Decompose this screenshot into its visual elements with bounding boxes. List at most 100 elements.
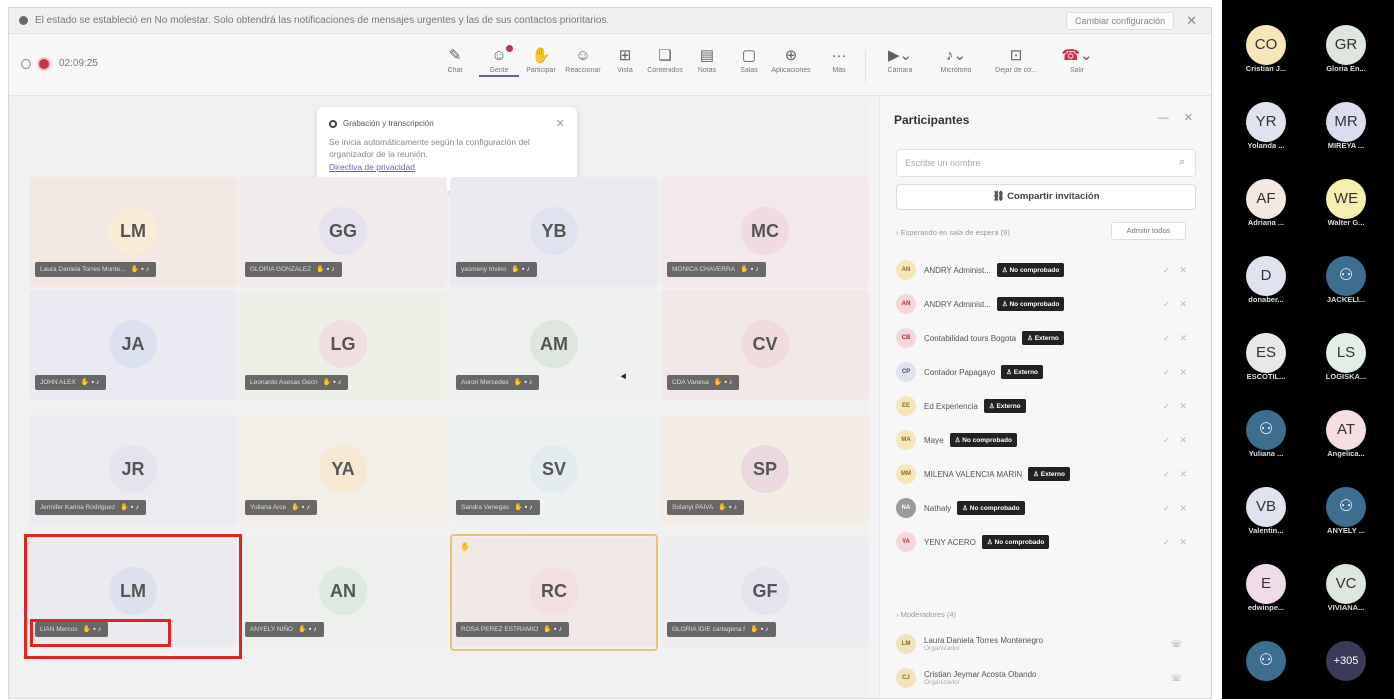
participant-avatar[interactable]: AF [1246,179,1286,219]
search-icon: ⌕ [1178,156,1185,168]
raise-hand-button[interactable]: ✋ Participar [521,45,561,74]
share-invite-button[interactable]: ⛓ Compartir invitación [896,184,1196,210]
video-tile[interactable]: CV CDA Vanesa ✋▪♪ [661,290,869,400]
waiting-participant-row[interactable]: AN ANDRY Administ... ♙ No comprobado ✓✕ [896,255,1196,285]
apps-button[interactable]: ⊕ Aplicaciones [771,45,811,74]
admit-deny-actions[interactable]: ✓✕ [1163,537,1196,548]
participant-avatar[interactable]: VB [1246,487,1286,527]
participant-name: Jennifer Karina Rodriguez [40,504,116,511]
participant-avatar[interactable]: ES [1246,333,1286,373]
admit-deny-actions[interactable]: ✓✕ [1163,299,1196,310]
content-label: Contenidos [647,67,683,74]
participant-avatar[interactable]: GR [1326,25,1366,65]
admit-deny-actions[interactable]: ✓✕ [1163,265,1196,276]
video-tile[interactable]: GG GLORIA GONZALEZ ✋▪♪ [239,177,447,287]
panel-title: Participantes [894,113,970,127]
participant-avatar[interactable]: E [1246,564,1286,604]
meeting-toolbar: 02:09:25 ✎ Chat ☺ Gente ✋ Participar ☺ R… [9,34,1211,96]
participant-avatar[interactable]: WE [1326,179,1366,219]
react-button[interactable]: ☺ Reaccionar [563,45,603,74]
participant-name: MONICA CHAVERRA [672,266,736,273]
participant-avatar[interactable]: LS [1326,333,1366,373]
waiting-participant-row[interactable]: CP Contador Papagayo ♙ Externo ✓✕ [896,357,1196,387]
gallery-name: edwinpe... [1247,603,1285,612]
gallery-name: Yuliana ... [1248,449,1284,458]
share-screen-icon: ⊡ [1009,47,1023,64]
shield-icon [21,58,31,69]
video-tile[interactable]: AN ANYELY NIÑO ✋▪♪ [239,537,447,647]
more-button[interactable]: ··· Más [819,45,859,74]
video-tile[interactable]: YA Yuliana Arce ✋▪♪ [239,415,447,525]
video-tile[interactable]: LG Leonardo Asesas Gecn ✋▪♪ [239,290,447,400]
participant-avatar[interactable]: VC [1326,564,1366,604]
video-tile[interactable]: YB yasmeny trivino ✋▪♪ [450,177,658,287]
video-tile[interactable]: JR Jennifer Karina Rodriguez ✋▪♪ [29,415,237,525]
moderator-row[interactable]: LM Laura Daniela Torres Montenegro Organiz… [896,629,1196,659]
camera-button[interactable]: ▶⌄ Cámara [877,45,923,74]
video-tile[interactable]: SV Sandra Venegas ✋▪♪ [450,415,658,525]
close-popup-icon[interactable]: ✕ [556,117,565,130]
mic-button[interactable]: ♪⌄ Micrófono [931,45,981,74]
notes-label: Notas [697,67,717,74]
participant-search-input[interactable]: Escribe un nombre ⌕ [896,149,1196,177]
video-tile[interactable]: SP Solanyi PAIVA ✋▪♪ [661,415,869,525]
change-settings-button[interactable]: Cambiar configuración [1066,11,1175,30]
video-tile[interactable]: GF GLORIA IDIE cartagena f ✋▪♪ [661,537,869,647]
moderators-header[interactable]: › Moderadores (4) [896,610,956,619]
leave-button[interactable]: ☎⌄ Salir [1055,45,1099,74]
content-button[interactable]: ❏ Contenidos [645,45,685,74]
waiting-participant-row[interactable]: MA Maye ♙ No comprobado ✓✕ [896,425,1196,455]
waiting-participant-row[interactable]: AN ANDRY Administ... ♙ No comprobado ✓✕ [896,289,1196,319]
participant-name: Aurori Mercedes [461,379,509,386]
rooms-button[interactable]: ▢ Salas [729,45,769,74]
waiting-participant-row[interactable]: MM MILENA VALENCIA MARIN ♙ Externo ✓✕ [896,459,1196,489]
admit-deny-actions[interactable]: ✓✕ [1163,333,1196,344]
admit-deny-actions[interactable]: ✓✕ [1163,367,1196,378]
moderator-name: Cristian Jeymar Acosta Obando [924,670,1037,679]
chat-button[interactable]: ✎ Chat [435,45,475,74]
video-tile[interactable]: JA JOHN ALEX ✋▪♪ [29,290,237,400]
moderator-row[interactable]: CJ Cristian Jeymar Acosta Obando Organizad… [896,663,1196,693]
video-tile[interactable]: AM Aurori Mercedes ✋▪♪ [450,290,658,400]
participant-avatar[interactable]: D [1246,256,1286,296]
status-icons: ✋▪♪ [511,266,532,273]
avatar: EE [896,396,916,416]
waiting-participant-row[interactable]: NA Nathaly ♙ No comprobado ✓✕ [896,493,1196,523]
video-tile[interactable]: LM Laura Daniela Torres Monte... ✋▪♪ [29,177,237,287]
admit-all-button[interactable]: Admitir todos [1111,222,1186,240]
status-badge: ♙ No comprobado [996,297,1065,311]
participant-person-icon[interactable]: ⚇ [1326,256,1366,296]
avatar: AN [896,260,916,280]
participant-avatar[interactable]: AT [1326,410,1366,450]
privacy-link[interactable]: Directiva de privacidad [329,162,565,172]
participant-person-icon[interactable]: ⚇ [1326,487,1366,527]
waiting-participant-row[interactable]: CB Contabilidad tours Bogota ♙ Externo ✓✕ [896,323,1196,353]
admit-deny-actions[interactable]: ✓✕ [1163,469,1196,480]
stop-sharing-button[interactable]: ⊡ Dejar de co... [989,45,1043,74]
participant-person-icon[interactable]: ⚇ [1246,641,1286,681]
participant-name: GLORIA GONZALEZ [250,266,312,273]
avatar: MM [896,464,916,484]
participant-avatar[interactable]: YR [1246,102,1286,142]
participant-avatar[interactable]: CO [1246,25,1286,65]
participant-avatar[interactable]: MR [1326,102,1366,142]
participant-avatar[interactable]: +305 [1326,641,1366,681]
admit-deny-actions[interactable]: ✓✕ [1163,401,1196,412]
participant-person-icon[interactable]: ⚇ [1246,410,1286,450]
waiting-participant-row[interactable]: YA YENY ACERO ♙ No comprobado ✓✕ [896,527,1196,557]
notes-button[interactable]: ▤ Notas [687,45,727,74]
share-label: Dejar de co... [995,67,1037,74]
video-tile[interactable]: MC MONICA CHAVERRA ✋▪♪ [661,177,869,287]
waiting-lobby-header[interactable]: › Esperando en sala de espera (9) [896,228,1010,237]
status-icons: ✋▪♪ [749,626,771,633]
panel-controls[interactable]: — ✕ [1158,111,1199,124]
waiting-participant-row[interactable]: EE Ed Experiencia ♙ Externo ✓✕ [896,391,1196,421]
people-button[interactable]: ☺ Gente [479,45,519,77]
smiley-icon: ☺ [575,47,591,64]
admit-deny-actions[interactable]: ✓✕ [1163,503,1196,514]
view-button[interactable]: ⊞ Vista [605,45,645,74]
close-banner-icon[interactable]: ✕ [1186,13,1197,29]
participant-name: Contabilidad tours Bogota [924,333,1017,343]
popup-title: Grabación y transcripción [343,119,434,128]
admit-deny-actions[interactable]: ✓✕ [1163,435,1196,446]
